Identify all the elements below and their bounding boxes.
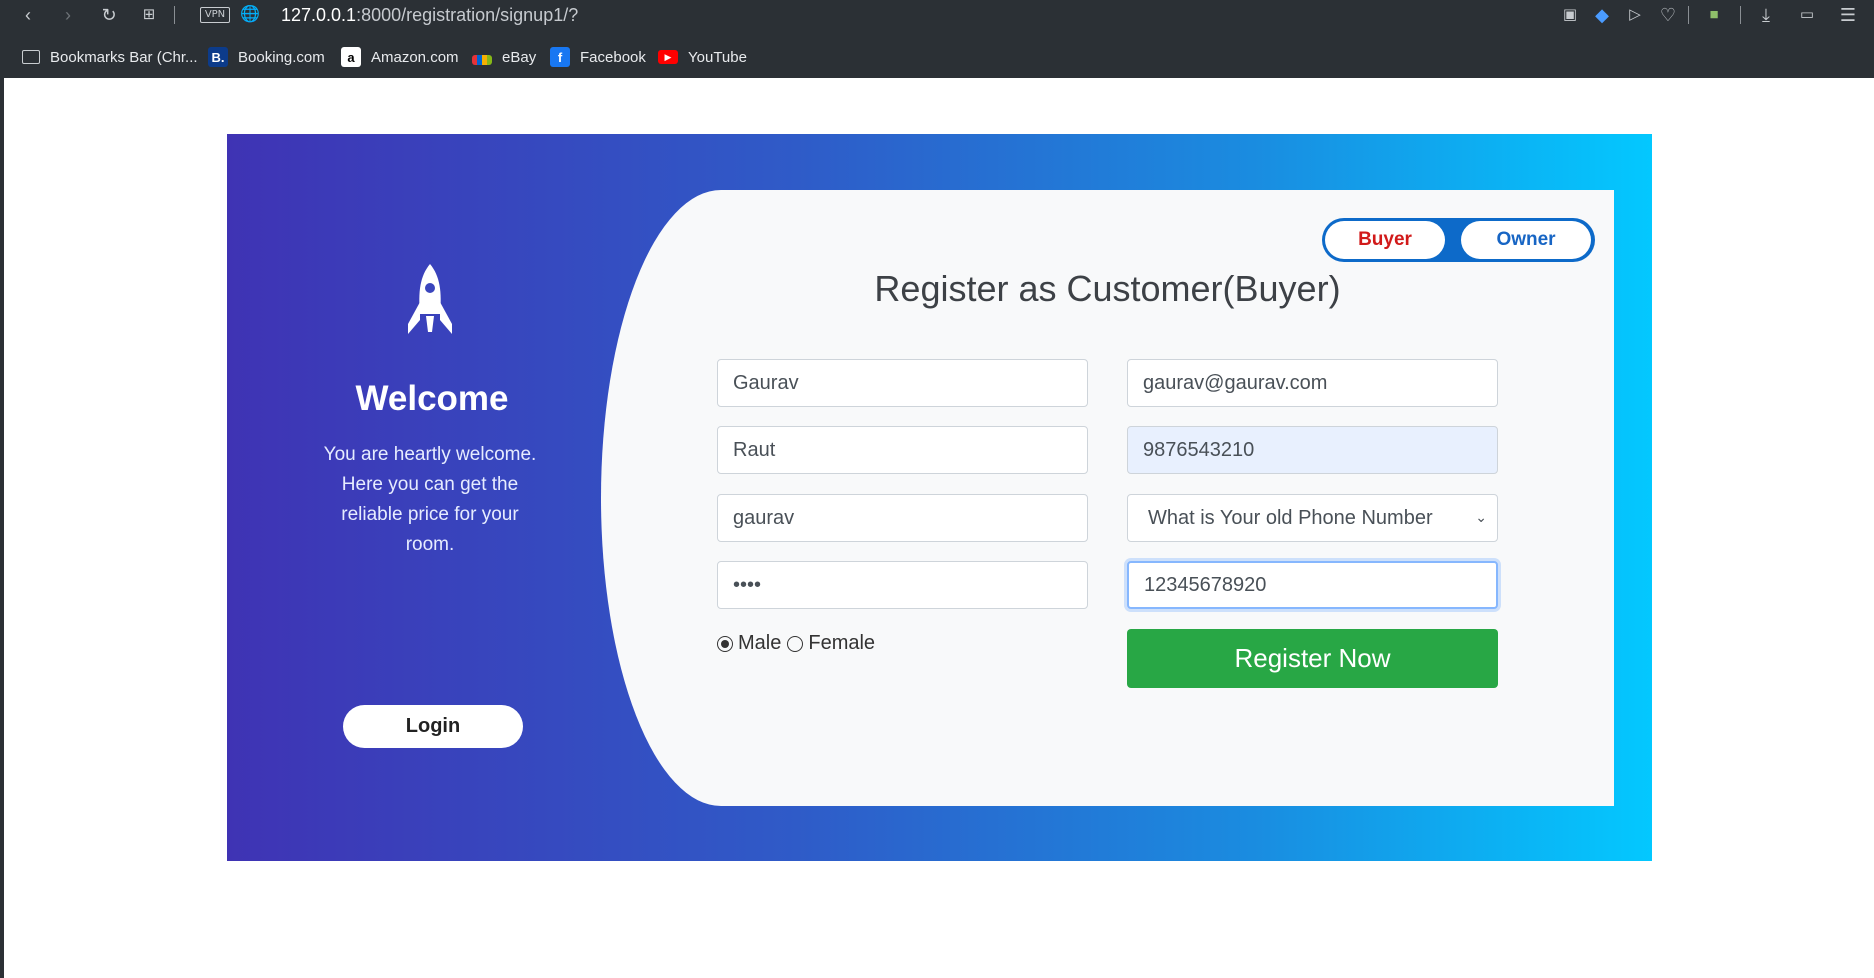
ebay-icon <box>472 55 492 65</box>
bookmark-label: Booking.com <box>238 48 325 66</box>
last-name-input[interactable] <box>717 426 1088 474</box>
bookmark-ebay[interactable]: eBay <box>472 44 536 70</box>
tabs-grid-icon[interactable]: ⊞ <box>137 4 161 26</box>
welcome-panel: Welcome You are heartly welcome. Here yo… <box>227 134 627 861</box>
bookmark-youtube[interactable]: ▶ YouTube <box>658 44 747 70</box>
phone-input[interactable] <box>1127 426 1498 474</box>
menu-icon[interactable]: ☰ <box>1836 4 1860 26</box>
folder-icon <box>22 50 40 64</box>
camera-icon[interactable]: ▣ <box>1558 4 1582 26</box>
back-icon[interactable]: ‹ <box>16 4 40 26</box>
bookmark-amazon[interactable]: a Amazon.com <box>341 44 459 70</box>
role-toggle: Buyer Owner <box>1322 218 1595 262</box>
url-path: :8000/registration/signup1/? <box>356 5 579 25</box>
owner-toggle-button[interactable]: Owner <box>1461 221 1591 259</box>
rocket-icon <box>408 264 452 334</box>
security-question-value: What is Your old Phone Number <box>1148 506 1433 529</box>
bookmark-label: Amazon.com <box>371 48 459 66</box>
battery-icon[interactable]: ▭ <box>1795 4 1819 26</box>
welcome-text: You are heartly welcome. Here you can ge… <box>323 444 537 555</box>
globe-icon: 🌐 <box>240 6 260 23</box>
welcome-title: Welcome <box>355 379 509 418</box>
browser-toolbar: ‹ › ↻ ⊞ VPN 🌐 127.0.0.1:8000/registratio… <box>0 0 1874 32</box>
address-bar[interactable]: 127.0.0.1:8000/registration/signup1/? <box>281 4 578 26</box>
female-radio[interactable] <box>787 635 804 652</box>
reload-icon[interactable]: ↻ <box>97 4 121 26</box>
download-icon[interactable]: ⤓ <box>1754 4 1778 26</box>
security-question-select[interactable]: What is Your old Phone Number ⌄ <box>1127 494 1498 542</box>
gender-radio-group: Male Female <box>717 632 875 655</box>
forward-icon[interactable]: › <box>56 4 80 26</box>
shield-icon[interactable]: ◆ <box>1590 4 1614 26</box>
bookmark-label: YouTube <box>688 48 747 66</box>
male-radio[interactable] <box>717 635 733 652</box>
male-label: Male <box>738 632 782 654</box>
bookmark-folder[interactable]: Bookmarks Bar (Chr... <box>22 44 198 70</box>
login-button[interactable]: Login <box>343 705 523 748</box>
facebook-icon: f <box>550 47 570 67</box>
youtube-icon: ▶ <box>658 50 678 64</box>
security-answer-input[interactable] <box>1127 561 1498 609</box>
toolbar-divider <box>174 6 175 24</box>
booking-icon: B. <box>208 47 228 67</box>
bookmarks-bar: Bookmarks Bar (Chr... B. Booking.com a A… <box>0 42 1874 72</box>
bookmark-booking[interactable]: B. Booking.com <box>208 44 325 70</box>
url-host: 127.0.0.1 <box>281 5 357 25</box>
browser-chrome: ‹ › ↻ ⊞ VPN 🌐 127.0.0.1:8000/registratio… <box>0 0 1874 78</box>
bookmark-label: eBay <box>502 48 537 66</box>
password-input[interactable] <box>717 561 1088 609</box>
extension-cube-icon[interactable]: ■ <box>1702 4 1726 26</box>
register-now-button[interactable]: Register Now <box>1127 629 1498 688</box>
toolbar-divider <box>1688 6 1689 24</box>
form-title: Register as Customer(Buyer) <box>874 268 1341 309</box>
email-input[interactable] <box>1127 359 1498 407</box>
heart-icon[interactable]: ♡ <box>1656 4 1680 26</box>
page-edge <box>0 78 4 978</box>
username-input[interactable] <box>717 494 1088 542</box>
first-name-input[interactable] <box>717 359 1088 407</box>
amazon-icon: a <box>341 47 361 67</box>
vpn-badge[interactable]: VPN <box>200 7 230 23</box>
chevron-down-icon: ⌄ <box>1475 509 1487 525</box>
buyer-toggle-button[interactable]: Buyer <box>1325 221 1445 259</box>
send-icon[interactable]: ▷ <box>1623 4 1647 26</box>
female-label: Female <box>808 632 876 654</box>
bookmark-facebook[interactable]: f Facebook <box>550 44 646 70</box>
toolbar-divider <box>1740 6 1741 24</box>
bookmark-label: Bookmarks Bar (Chr... <box>50 48 198 66</box>
bookmark-label: Facebook <box>580 48 646 66</box>
